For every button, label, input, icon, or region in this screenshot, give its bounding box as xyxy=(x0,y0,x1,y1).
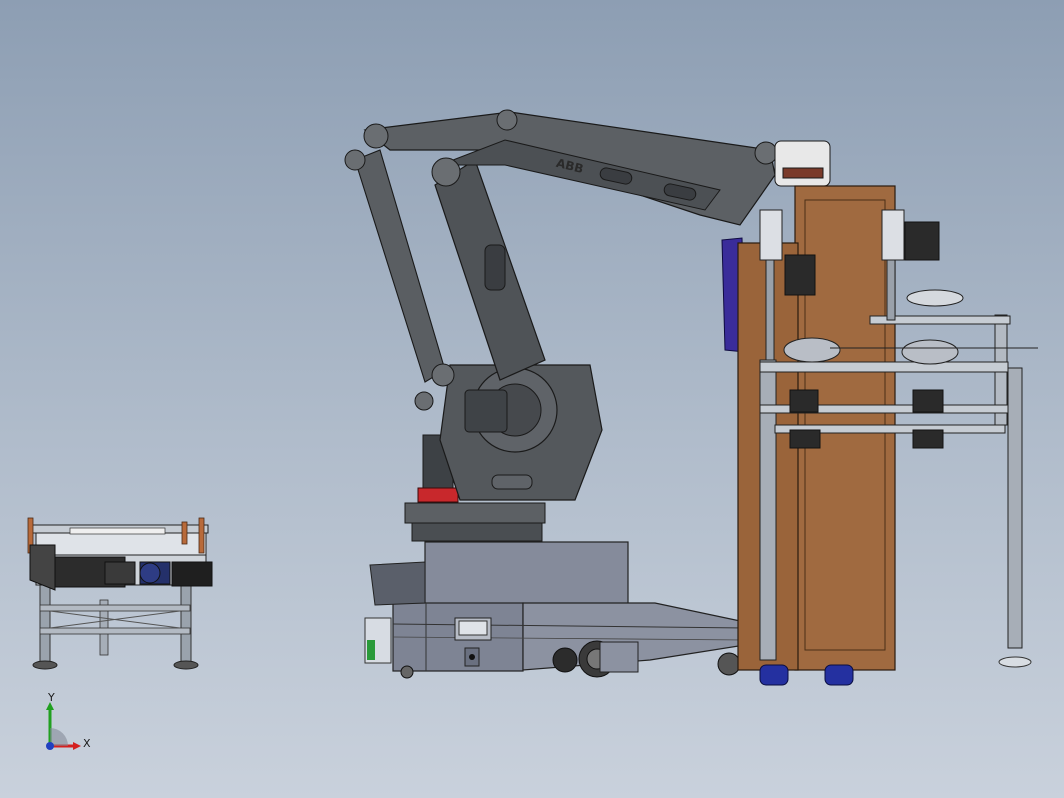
x-axis-arrowhead xyxy=(73,742,81,750)
z-axis-dot xyxy=(46,742,54,750)
axis-triad: Y X xyxy=(46,691,91,750)
x-axis-label: X xyxy=(83,737,91,750)
y-axis-label: Y xyxy=(47,691,55,704)
conveyor-station xyxy=(27,517,213,670)
cabinet-station xyxy=(737,185,1038,686)
cad-viewport[interactable]: ABB Y X xyxy=(0,0,1064,798)
agv-base xyxy=(364,541,746,679)
